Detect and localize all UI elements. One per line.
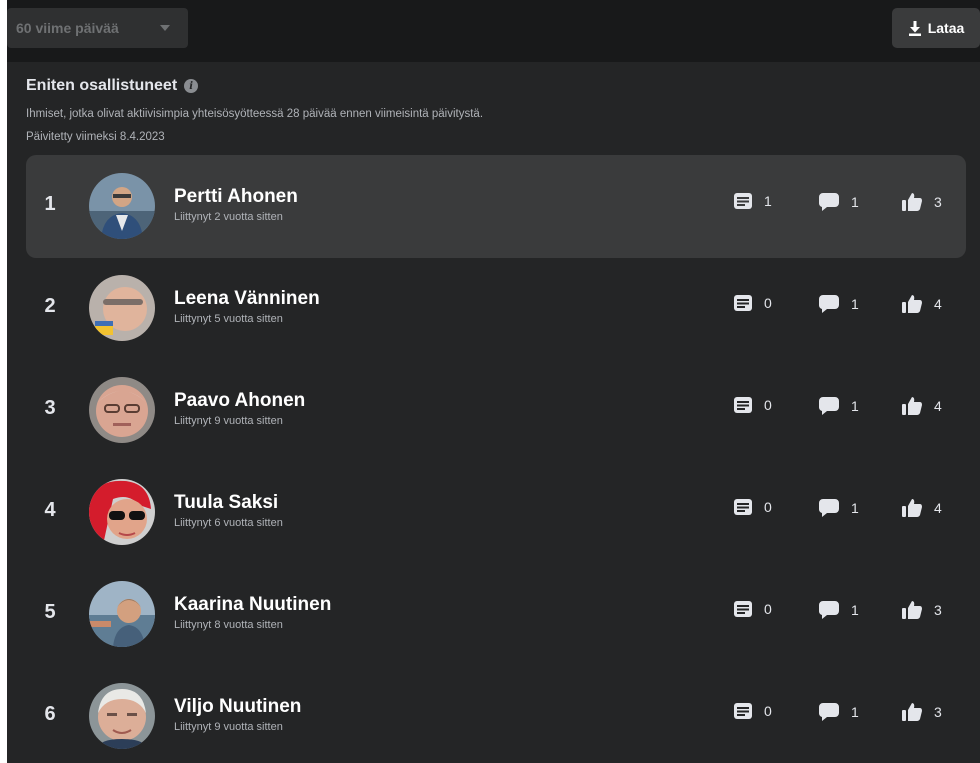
comment-icon (819, 397, 839, 415)
member-joined: Liittynyt 9 vuotta sitten (174, 721, 283, 733)
comment-icon (819, 193, 839, 211)
info-icon[interactable]: i (184, 79, 199, 93)
post-icon (734, 295, 752, 311)
posts-count: 0 (734, 703, 772, 719)
member-name[interactable]: Kaarina Nuutinen (174, 594, 331, 616)
thumbs-up-icon (902, 295, 922, 313)
thumbs-up-icon (902, 397, 922, 415)
member-joined: Liittynyt 2 vuotta sitten (174, 211, 283, 223)
date-range-select[interactable]: 60 viime päivää (7, 8, 188, 48)
likes-count: 4 (902, 397, 942, 415)
posts-count: 0 (734, 295, 772, 311)
comment-icon (819, 499, 839, 517)
member-joined: Liittynyt 5 vuotta sitten (174, 313, 283, 325)
member-rank: 4 (44, 499, 56, 521)
thumbs-up-icon (902, 499, 922, 517)
posts-count: 0 (734, 499, 772, 515)
member-rank: 2 (44, 295, 56, 317)
member-name[interactable]: Paavo Ahonen (174, 390, 305, 412)
member-name[interactable]: Viljo Nuutinen (174, 696, 301, 718)
avatar[interactable] (89, 581, 155, 647)
member-row[interactable]: 5 Kaarina Nuutinen Liittynyt 8 vuotta si… (26, 563, 966, 666)
download-label: Lataa (927, 20, 965, 36)
member-name[interactable]: Pertti Ahonen (174, 186, 298, 208)
caret-down-icon (160, 25, 170, 31)
avatar[interactable] (89, 479, 155, 545)
avatar[interactable] (89, 683, 155, 749)
member-row[interactable]: 1 Pertti Ahonen Liittynyt 2 vuotta sitte… (26, 155, 966, 258)
last-updated: Päivitetty viimeksi 8.4.2023 (26, 131, 165, 143)
likes-count: 3 (902, 703, 942, 721)
section-title: Eniten osallistuneet (26, 77, 178, 94)
comment-icon (819, 703, 839, 721)
download-button[interactable]: Lataa (892, 8, 980, 48)
post-icon (734, 499, 752, 515)
posts-count: 0 (734, 397, 772, 413)
comments-count: 1 (819, 601, 859, 619)
thumbs-up-icon (902, 601, 922, 619)
member-joined: Liittynyt 8 vuotta sitten (174, 619, 283, 631)
date-range-label: 60 viime päivää (16, 20, 119, 36)
member-rank: 1 (44, 193, 56, 215)
member-rank: 3 (44, 397, 56, 419)
section-description: Ihmiset, jotka olivat aktiivisimpia yhte… (26, 108, 484, 120)
post-icon (734, 703, 752, 719)
posts-count: 1 (734, 193, 772, 209)
comments-count: 1 (819, 499, 859, 517)
member-row[interactable]: 2 Leena Vänninen Liittynyt 5 vuotta sitt… (26, 257, 966, 360)
comments-count: 1 (819, 193, 859, 211)
member-joined: Liittynyt 6 vuotta sitten (174, 517, 283, 529)
post-icon (734, 397, 752, 413)
member-name[interactable]: Tuula Saksi (174, 492, 278, 514)
thumbs-up-icon (902, 703, 922, 721)
toolbar: 60 viime päivää Lataa (7, 0, 980, 62)
likes-count: 4 (902, 295, 942, 313)
member-row[interactable]: 4 Tuula Saksi Liittynyt 6 vuotta sitten … (26, 461, 966, 564)
post-icon (734, 601, 752, 617)
comments-count: 1 (819, 703, 859, 721)
member-joined: Liittynyt 9 vuotta sitten (174, 415, 283, 427)
post-icon (734, 193, 752, 209)
comments-count: 1 (819, 397, 859, 415)
comment-icon (819, 295, 839, 313)
contributors-panel: 60 viime päivää Lataa Eniten osallistune… (7, 0, 980, 763)
thumbs-up-icon (902, 193, 922, 211)
posts-count: 0 (734, 601, 772, 617)
avatar[interactable] (89, 275, 155, 341)
member-row[interactable]: 3 Paavo Ahonen Liittynyt 9 vuotta sitten… (26, 359, 966, 462)
avatar[interactable] (89, 377, 155, 443)
member-rank: 5 (44, 601, 56, 623)
member-name[interactable]: Leena Vänninen (174, 288, 320, 310)
likes-count: 3 (902, 601, 942, 619)
comment-icon (819, 601, 839, 619)
download-icon (908, 20, 921, 36)
likes-count: 4 (902, 499, 942, 517)
section-heading: Eniten osallistuneet i (26, 77, 199, 95)
likes-count: 3 (902, 193, 942, 211)
comments-count: 1 (819, 295, 859, 313)
member-row[interactable]: 6 Viljo Nuutinen Liittynyt 9 vuotta sitt… (26, 665, 966, 763)
member-rank: 6 (44, 703, 56, 725)
avatar[interactable] (89, 173, 155, 239)
